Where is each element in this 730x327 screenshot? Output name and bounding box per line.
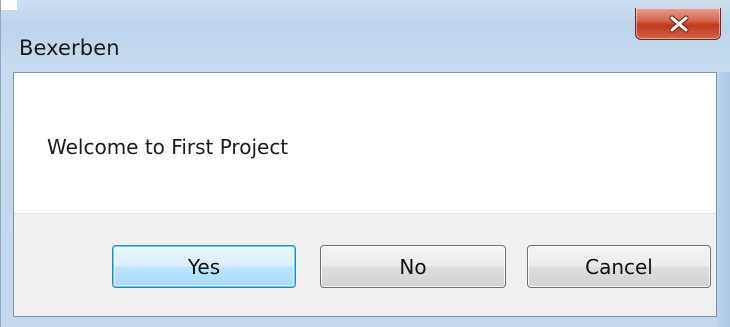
screenshot-stage: Bexerben Welcome to First Project Yes No… (0, 0, 730, 327)
close-icon (636, 8, 722, 40)
window-frame-right (717, 72, 730, 327)
cancel-button[interactable]: Cancel (527, 245, 711, 288)
window-title: Bexerben (19, 36, 120, 60)
button-panel: Yes No Cancel (14, 213, 716, 316)
dialog-client-area: Welcome to First Project Yes No Cancel (13, 72, 717, 317)
no-button[interactable]: No (320, 245, 506, 288)
title-bar[interactable]: Bexerben (1, 8, 730, 72)
yes-button[interactable]: Yes (112, 245, 296, 288)
message-panel: Welcome to First Project (14, 73, 716, 213)
dialog-window: Bexerben Welcome to First Project Yes No… (0, 0, 730, 327)
close-button[interactable] (635, 8, 721, 40)
dialog-message: Welcome to First Project (47, 135, 289, 159)
close-x-glyph (669, 15, 689, 33)
